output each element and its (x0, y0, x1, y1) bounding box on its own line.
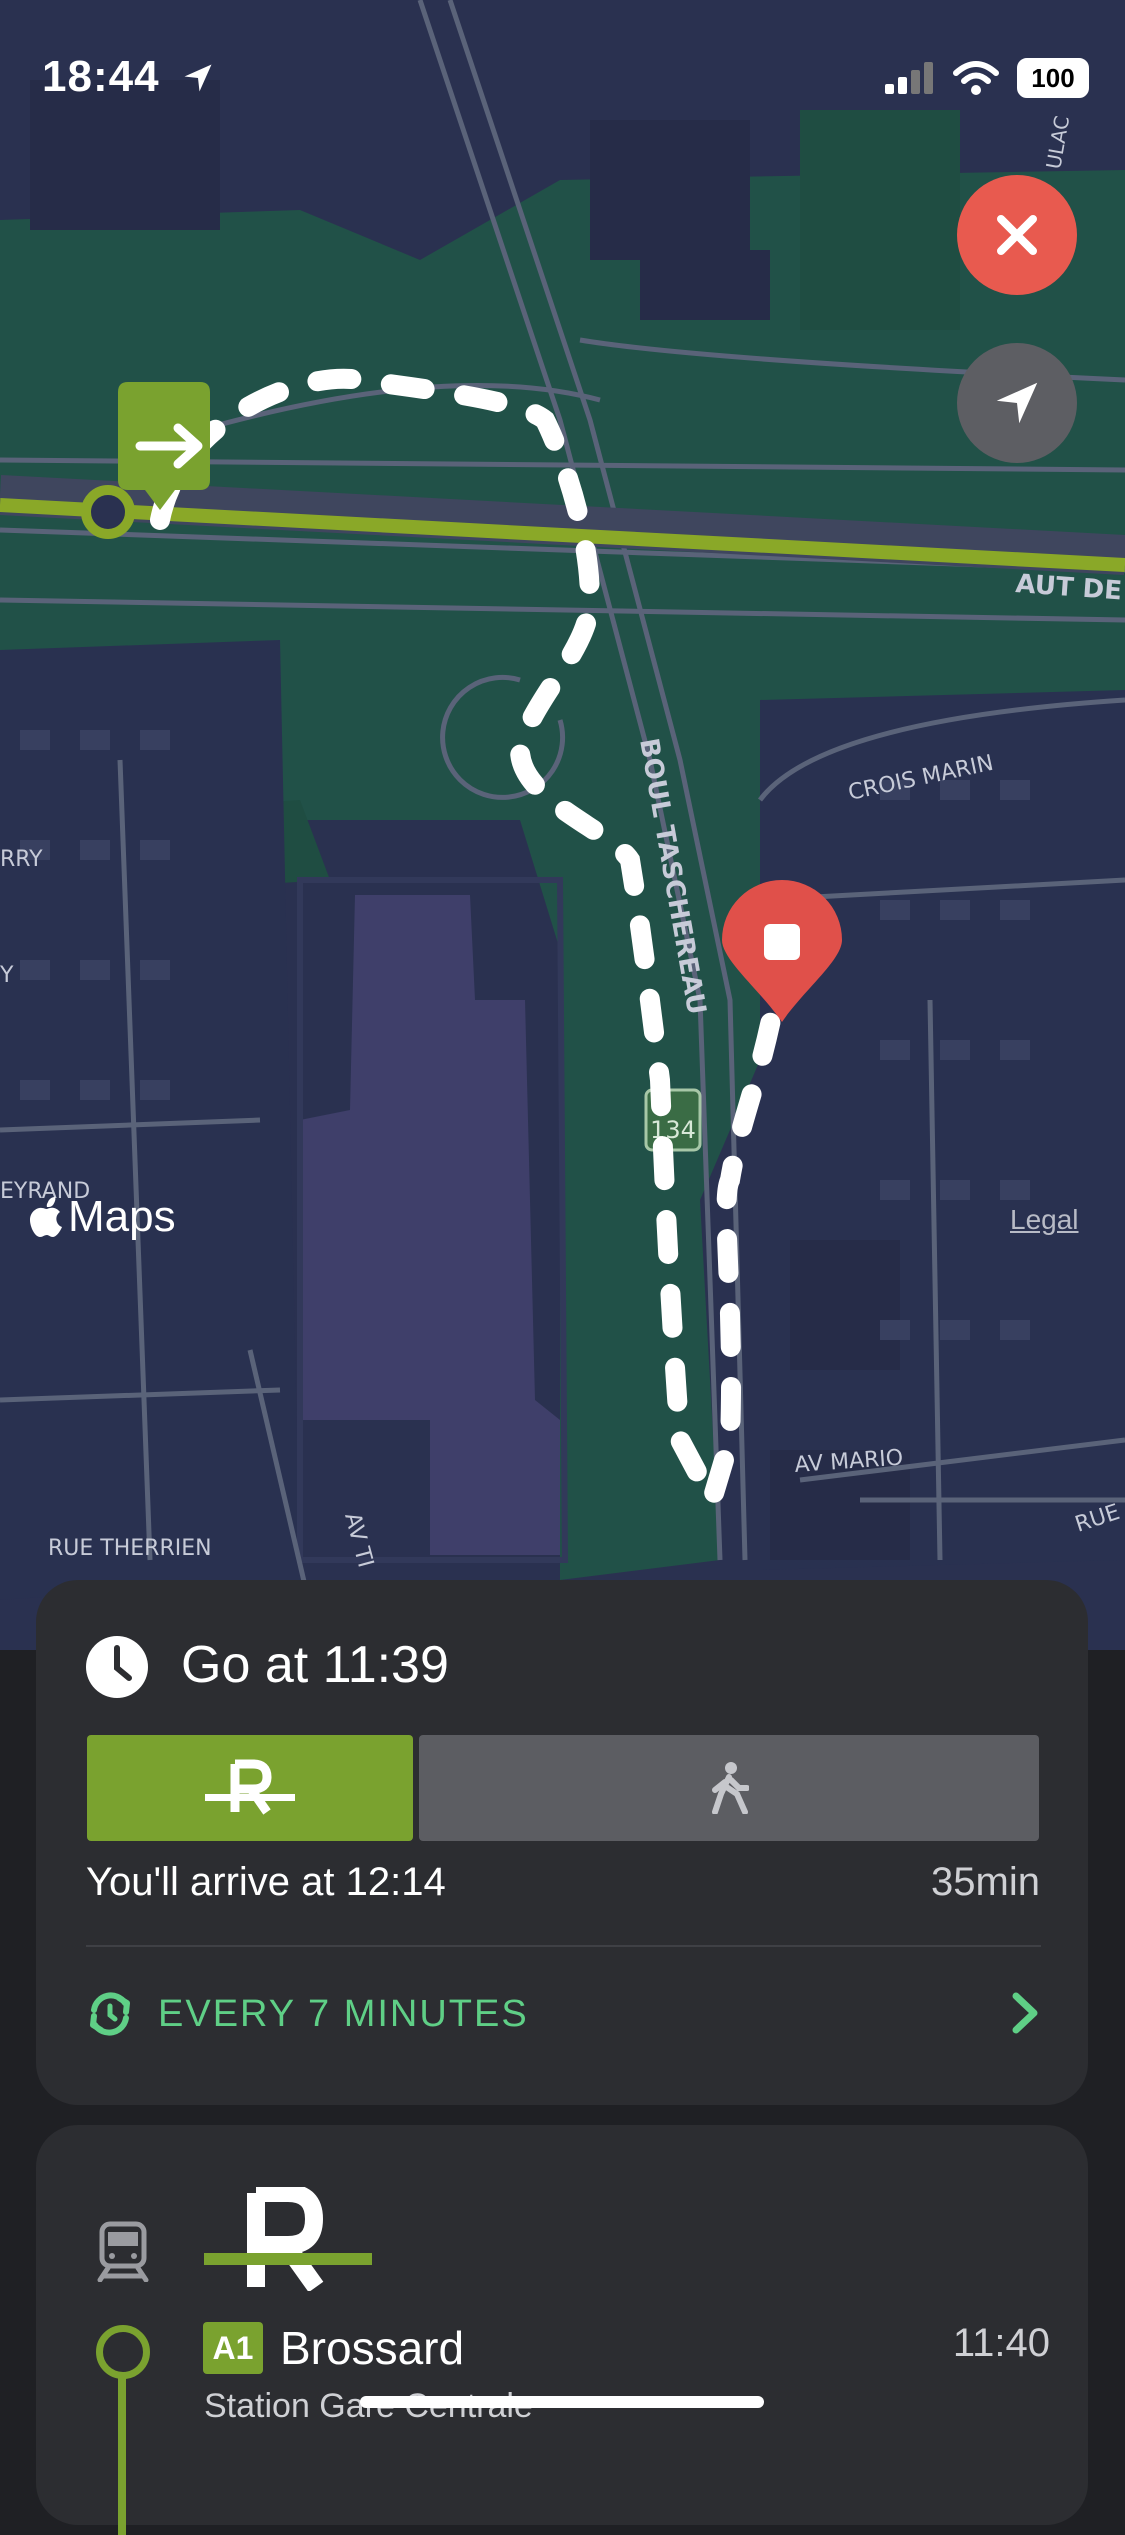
transit-leg-card[interactable]: A1 Brossard 11:40 Station Gare Centrale (36, 2125, 1088, 2535)
stop-name: Brossard (280, 2322, 465, 2374)
cellular-signal-icon (885, 62, 933, 94)
road-label-rue-therrien: RUE THERRIEN (48, 1536, 212, 1561)
walking-segment-tab[interactable] (419, 1735, 1039, 1841)
train-icon (97, 2221, 149, 2282)
map-view[interactable]: AUT DE BOUL TASCHEREAU CROIS MARIN AV MA… (0, 0, 1125, 1650)
trip-summary-card: Go at 11:39 You'll arrive at 12:14 35min… (36, 1580, 1088, 2105)
rem-train-icon (205, 1759, 295, 1815)
maps-label: Maps (68, 1192, 176, 1241)
clock-icon (86, 1636, 148, 1698)
trip-duration: 35min (931, 1860, 1040, 1904)
card-divider (86, 1945, 1041, 1947)
status-time: 18:44 (42, 52, 160, 101)
stop-dot-icon (96, 2325, 150, 2379)
apple-maps-logo: Maps (30, 1192, 176, 1242)
rem-logo-icon (204, 2187, 372, 2291)
apple-logo-icon (30, 1197, 62, 1237)
road-label-y: Y (0, 963, 14, 988)
legal-link[interactable]: Legal (1010, 1204, 1079, 1236)
walking-icon (712, 1762, 749, 1814)
frequency-label: EVERY 7 MINUTES (158, 1992, 529, 2035)
close-icon (997, 215, 1037, 255)
close-button[interactable] (957, 175, 1077, 295)
wifi-icon (953, 61, 999, 95)
transit-segment-tab[interactable] (87, 1735, 413, 1841)
locate-me-button[interactable] (957, 343, 1077, 463)
line-badge: A1 (203, 2322, 263, 2374)
road-label-rry: RRY (0, 847, 43, 872)
departure-time[interactable]: Go at 11:39 (181, 1635, 449, 1695)
battery-indicator: 100 (1017, 58, 1089, 98)
arrival-time: You'll arrive at 12:14 (86, 1860, 446, 1904)
refresh-icon (90, 1992, 130, 2036)
navigation-arrow-icon (996, 382, 1038, 424)
chevron-right-icon[interactable] (1010, 1990, 1040, 2036)
home-indicator[interactable] (360, 2396, 764, 2408)
status-bar: 18:44 100 (0, 0, 1125, 150)
location-arrow-icon (184, 64, 212, 92)
stop-departure-time: 11:40 (952, 2321, 1050, 2365)
frequency-row[interactable]: EVERY 7 MINUTES (84, 1988, 529, 2040)
